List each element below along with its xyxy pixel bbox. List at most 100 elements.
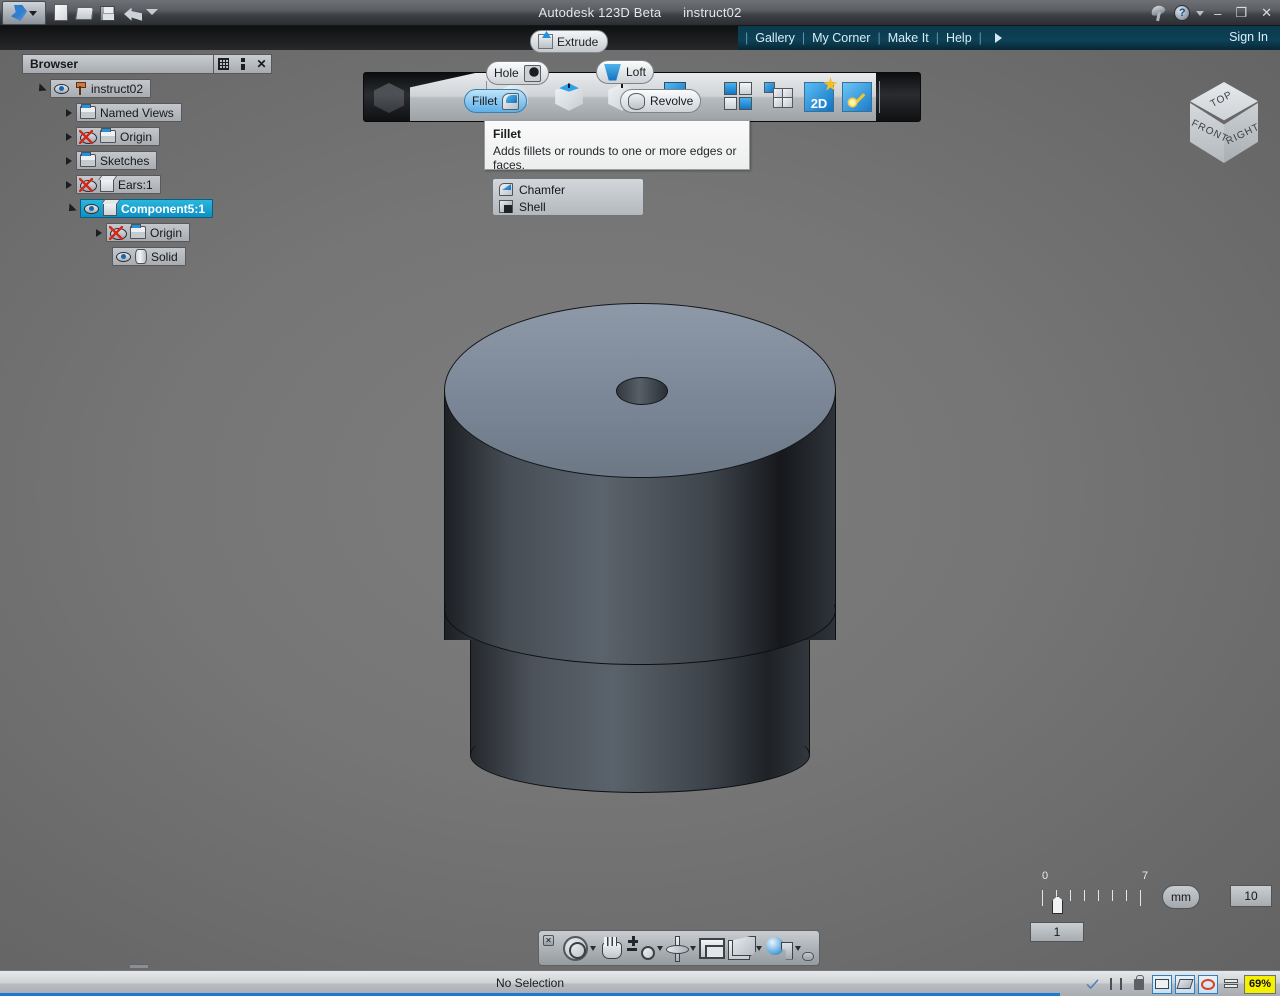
tree-row-origin-child[interactable]: Origin bbox=[22, 222, 272, 243]
fit-window-button[interactable] bbox=[699, 935, 725, 961]
extrude-button[interactable] bbox=[554, 82, 584, 114]
close-icon[interactable]: ✕ bbox=[543, 935, 554, 946]
plane-icon[interactable] bbox=[1175, 975, 1195, 994]
expand-toggle-icon[interactable] bbox=[66, 181, 72, 189]
hole-label-button[interactable]: Hole bbox=[486, 61, 549, 85]
nav-item-make-it[interactable]: Make It bbox=[888, 31, 929, 45]
tree-row-solid[interactable]: Solid bbox=[22, 246, 272, 267]
eye-icon[interactable] bbox=[84, 204, 99, 214]
model-stepped-cylinder[interactable] bbox=[440, 255, 840, 800]
node-component5[interactable]: Component5:1 bbox=[80, 199, 213, 218]
tree-row-origin[interactable]: Origin bbox=[22, 126, 272, 147]
minimize-button[interactable]: – bbox=[1210, 6, 1225, 21]
pan-button[interactable] bbox=[599, 935, 624, 961]
loft-label-button[interactable]: Loft bbox=[596, 60, 654, 84]
node-origin-child[interactable]: Origin bbox=[106, 223, 190, 242]
expand-toggle-icon[interactable] bbox=[65, 203, 76, 214]
tab-extrude[interactable]: Extrude bbox=[530, 30, 608, 53]
close-icon[interactable]: ✕ bbox=[255, 58, 268, 71]
sign-in-link[interactable]: Sign In bbox=[1229, 30, 1268, 44]
browser-panel: Browser ✕ instruct02 Named bbox=[22, 54, 272, 267]
eye-hidden-icon[interactable] bbox=[80, 179, 96, 191]
restore-button[interactable]: ❐ bbox=[1231, 5, 1251, 21]
grid-view-icon[interactable] bbox=[217, 58, 230, 71]
revolve-label-button[interactable]: Revolve bbox=[620, 89, 701, 113]
zoom-button[interactable] bbox=[627, 935, 663, 961]
fillet-dropdown-menu[interactable]: Chamfer Shell bbox=[492, 178, 644, 216]
group-button[interactable] bbox=[764, 82, 794, 114]
scale-value-field[interactable]: 1 bbox=[1030, 922, 1084, 942]
collapse-pin-icon[interactable] bbox=[802, 952, 814, 961]
chevron-down-icon[interactable] bbox=[657, 946, 663, 951]
help-question-icon[interactable]: ? bbox=[1174, 5, 1190, 21]
sketch-2d-button[interactable]: 2D bbox=[804, 82, 834, 114]
eye-hidden-icon[interactable] bbox=[80, 131, 96, 143]
units-button[interactable]: mm bbox=[1162, 885, 1200, 909]
expand-toggle-icon[interactable] bbox=[66, 133, 72, 141]
eye-icon[interactable] bbox=[54, 84, 69, 94]
center-hole[interactable] bbox=[616, 377, 668, 405]
app-title: Autodesk 123D Beta bbox=[538, 5, 661, 20]
tree-row-instruct02[interactable]: instruct02 bbox=[22, 78, 272, 99]
node-instruct02[interactable]: instruct02 bbox=[50, 79, 151, 98]
close-button[interactable]: ✕ bbox=[1257, 5, 1276, 21]
chevron-down-icon[interactable] bbox=[756, 946, 762, 951]
window-controls: ? – ❐ ✕ bbox=[1150, 0, 1276, 26]
lock-icon[interactable] bbox=[1129, 975, 1149, 994]
tree-row-sketches[interactable]: Sketches bbox=[22, 150, 272, 171]
expand-toggle-icon[interactable] bbox=[66, 109, 72, 117]
view-cube[interactable]: TOP FRONT RIGHT bbox=[1176, 82, 1272, 182]
node-origin[interactable]: Origin bbox=[76, 127, 160, 146]
tree-row-ears[interactable]: Ears:1 bbox=[22, 174, 272, 195]
dots-icon[interactable] bbox=[236, 58, 249, 71]
menu-item-shell[interactable]: Shell bbox=[493, 198, 643, 215]
nav-item-my-corner[interactable]: My Corner bbox=[812, 31, 870, 45]
constraints-icon[interactable] bbox=[1106, 975, 1126, 994]
pattern-button[interactable] bbox=[724, 82, 752, 114]
grid-size-field[interactable]: 10 bbox=[1230, 885, 1272, 907]
orbit-button[interactable] bbox=[563, 935, 596, 961]
eye-hidden-icon[interactable] bbox=[110, 227, 126, 239]
nav-item-gallery[interactable]: Gallery bbox=[755, 31, 795, 45]
view-cube-button[interactable] bbox=[728, 935, 762, 961]
menu-item-label: Shell bbox=[519, 200, 546, 214]
look-at-button[interactable] bbox=[666, 935, 696, 961]
snap-icon[interactable] bbox=[1083, 975, 1103, 994]
nav-separator: | bbox=[929, 31, 946, 45]
2d-label: 2D bbox=[811, 96, 828, 111]
node-ears[interactable]: Ears:1 bbox=[76, 175, 161, 194]
satellite-dish-icon[interactable] bbox=[1150, 5, 1168, 21]
3d-viewport[interactable]: Browser ✕ instruct02 Named bbox=[0, 50, 1280, 970]
tree-row-named-views[interactable]: Named Views bbox=[22, 102, 272, 123]
dual-view-icon[interactable] bbox=[1221, 975, 1241, 994]
play-arrow-icon[interactable] bbox=[995, 33, 1002, 43]
scroll-nub[interactable] bbox=[130, 964, 148, 968]
chevron-down-icon[interactable] bbox=[1196, 11, 1204, 16]
tree-row-component5[interactable]: Component5:1 bbox=[22, 198, 272, 219]
grid-snap-icon[interactable] bbox=[1152, 975, 1172, 994]
menu-item-label: Chamfer bbox=[519, 183, 565, 197]
chevron-down-icon[interactable] bbox=[690, 946, 696, 951]
cube-icon bbox=[103, 202, 117, 216]
browser-header: Browser bbox=[22, 54, 214, 74]
chevron-down-icon[interactable] bbox=[590, 946, 596, 951]
eye-icon[interactable] bbox=[116, 252, 131, 262]
chevron-down-icon[interactable] bbox=[795, 946, 801, 951]
smart-tool-button[interactable] bbox=[842, 82, 872, 114]
node-named-views[interactable]: Named Views bbox=[76, 103, 182, 122]
zoom-level-indicator[interactable]: 69% bbox=[1244, 975, 1276, 994]
nav-item-help[interactable]: Help bbox=[946, 31, 972, 45]
project-name: instruct02 bbox=[683, 5, 741, 20]
tab-extrude-label: Extrude bbox=[557, 35, 598, 49]
orbit-icon bbox=[563, 936, 588, 961]
node-solid[interactable]: Solid bbox=[112, 247, 186, 266]
loop-select-icon[interactable] bbox=[1198, 975, 1218, 994]
expand-toggle-icon[interactable] bbox=[66, 157, 72, 165]
fillet-label-button[interactable]: Fillet bbox=[464, 89, 527, 113]
snap-check-glyph bbox=[1086, 979, 1099, 989]
node-sketches[interactable]: Sketches bbox=[76, 151, 157, 170]
expand-toggle-icon[interactable] bbox=[35, 83, 46, 94]
expand-toggle-icon[interactable] bbox=[96, 229, 102, 237]
menu-item-chamfer[interactable]: Chamfer bbox=[493, 181, 643, 198]
display-style-button[interactable] bbox=[765, 935, 801, 961]
